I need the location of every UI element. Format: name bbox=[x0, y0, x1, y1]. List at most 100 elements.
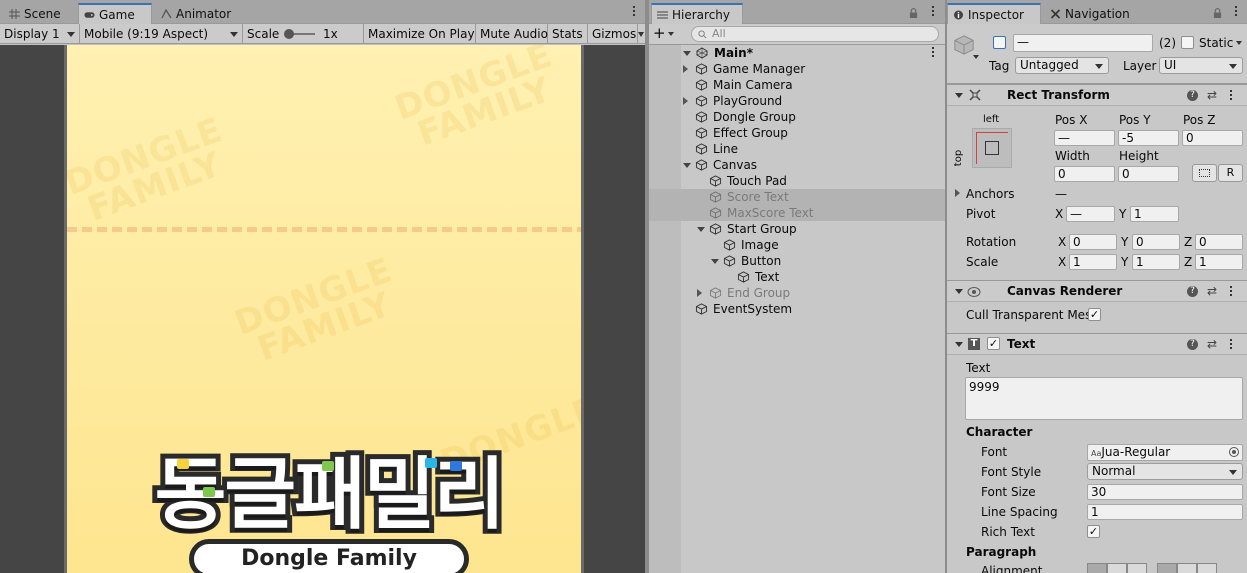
align-right-button[interactable] bbox=[1127, 563, 1147, 573]
text-component-header[interactable]: T ✓ Text ? ⇄ bbox=[947, 333, 1247, 355]
help-icon[interactable]: ? bbox=[1187, 339, 1198, 350]
canvas-renderer-header[interactable]: Canvas Renderer ? ⇄ bbox=[947, 280, 1247, 302]
game-view[interactable]: DONGLE FAMILY DONGLE FAMILY DONGLE FAMILY D… bbox=[0, 45, 645, 573]
collapse-arrow-icon[interactable] bbox=[955, 93, 963, 98]
hierarchy-item[interactable]: Score Text bbox=[649, 189, 945, 205]
component-menu-icon[interactable] bbox=[1229, 286, 1233, 298]
cull-transparent-checkbox[interactable]: ✓ bbox=[1088, 308, 1101, 321]
hierarchy-menu-icon[interactable] bbox=[931, 6, 935, 18]
search-input[interactable]: All bbox=[691, 26, 939, 42]
component-menu-icon[interactable] bbox=[1229, 90, 1233, 102]
collapse-arrow-icon[interactable] bbox=[955, 289, 963, 294]
anchors-expand-icon[interactable] bbox=[955, 189, 960, 197]
aspect-dropdown[interactable]: Mobile (9:19 Aspect) bbox=[80, 24, 243, 44]
lock-icon[interactable] bbox=[909, 8, 918, 19]
hierarchy-item[interactable]: End Group bbox=[649, 285, 945, 301]
stats-toggle[interactable]: Stats bbox=[548, 24, 588, 44]
pivot-x-field[interactable]: — bbox=[1066, 206, 1115, 222]
align-center-button[interactable] bbox=[1107, 563, 1127, 573]
pivot-y-field[interactable]: 1 bbox=[1130, 206, 1179, 222]
maximize-on-play-toggle[interactable]: Maximize On Play bbox=[364, 24, 476, 44]
hierarchy-item[interactable]: Button bbox=[649, 253, 945, 269]
mute-audio-toggle[interactable]: Mute Audio bbox=[476, 24, 548, 44]
collapse-arrow-icon[interactable] bbox=[955, 342, 963, 347]
rot-y-field[interactable]: 0 bbox=[1132, 234, 1180, 250]
width-field[interactable]: 0 bbox=[1054, 166, 1115, 182]
create-button[interactable]: + bbox=[653, 26, 679, 42]
raw-edit-button[interactable]: R bbox=[1218, 164, 1243, 182]
tab-hierarchy[interactable]: Hierarchy bbox=[651, 3, 743, 25]
lock-icon[interactable] bbox=[1213, 8, 1222, 19]
preset-icon[interactable]: ⇄ bbox=[1207, 338, 1217, 351]
inspector-menu-icon[interactable] bbox=[1234, 6, 1238, 18]
scene-menu-icon[interactable] bbox=[931, 47, 935, 59]
collapse-arrow-icon[interactable] bbox=[683, 65, 688, 73]
hierarchy-item[interactable]: Line bbox=[649, 141, 945, 157]
help-icon[interactable]: ? bbox=[1187, 90, 1198, 101]
hierarchy-item[interactable]: Game Manager bbox=[649, 61, 945, 77]
align-top-button[interactable] bbox=[1157, 563, 1177, 573]
gameobject-icon[interactable] bbox=[953, 34, 975, 56]
chevron-down-icon[interactable] bbox=[973, 55, 979, 59]
preset-icon[interactable]: ⇄ bbox=[1207, 285, 1217, 298]
gizmos-toggle[interactable]: Gizmos bbox=[588, 24, 638, 44]
hierarchy-item[interactable]: Text bbox=[649, 269, 945, 285]
object-picker-icon[interactable] bbox=[1229, 447, 1239, 457]
component-menu-icon[interactable] bbox=[1229, 339, 1233, 351]
hierarchy-item[interactable]: Effect Group bbox=[649, 125, 945, 141]
posy-field[interactable]: -5 bbox=[1118, 130, 1179, 146]
expand-arrow-icon[interactable] bbox=[683, 163, 691, 168]
scale-x-field[interactable]: 1 bbox=[1069, 254, 1117, 270]
text-area[interactable]: 9999 bbox=[965, 377, 1243, 420]
font-size-field[interactable]: 30 bbox=[1087, 484, 1243, 500]
posz-field[interactable]: 0 bbox=[1182, 130, 1243, 146]
align-bottom-button[interactable] bbox=[1197, 563, 1217, 573]
hierarchy-item[interactable]: Main Camera bbox=[649, 77, 945, 93]
object-name-field[interactable]: — bbox=[1013, 34, 1153, 52]
anchor-presets-button[interactable] bbox=[972, 128, 1012, 168]
hierarchy-item[interactable]: Image bbox=[649, 237, 945, 253]
height-field[interactable]: 0 bbox=[1118, 166, 1179, 182]
rect-transform-header[interactable]: Rect Transform ? ⇄ bbox=[947, 84, 1247, 106]
rich-text-checkbox[interactable]: ✓ bbox=[1087, 525, 1100, 538]
gizmos-dropdown[interactable] bbox=[638, 24, 645, 44]
collapse-arrow-icon[interactable] bbox=[683, 97, 688, 105]
hierarchy-item[interactable]: Dongle Group bbox=[649, 109, 945, 125]
static-dropdown-icon[interactable] bbox=[1236, 41, 1242, 45]
font-field[interactable]: AaJua-Regular bbox=[1087, 444, 1243, 461]
static-checkbox[interactable] bbox=[1181, 36, 1194, 49]
tab-game[interactable]: Game bbox=[78, 3, 152, 25]
hierarchy-item[interactable]: MaxScore Text bbox=[649, 205, 945, 221]
posx-field[interactable]: — bbox=[1054, 130, 1115, 146]
blueprint-mode-button[interactable] bbox=[1192, 164, 1217, 182]
scale-y-field[interactable]: 1 bbox=[1132, 254, 1180, 270]
help-icon[interactable]: ? bbox=[1187, 286, 1198, 297]
hierarchy-item[interactable]: PlayGround bbox=[649, 93, 945, 109]
layer-dropdown[interactable]: UI bbox=[1159, 57, 1243, 74]
hierarchy-item[interactable]: Touch Pad bbox=[649, 173, 945, 189]
expand-arrow-icon[interactable] bbox=[697, 227, 705, 232]
hierarchy-item[interactable]: Canvas bbox=[649, 157, 945, 173]
text-enabled-checkbox[interactable]: ✓ bbox=[987, 337, 1000, 350]
hierarchy-item[interactable]: Start Group bbox=[649, 221, 945, 237]
hierarchy-item[interactable]: EventSystem bbox=[649, 301, 945, 317]
rot-x-field[interactable]: 0 bbox=[1069, 234, 1117, 250]
expand-arrow-icon[interactable] bbox=[683, 51, 691, 56]
align-middle-button[interactable] bbox=[1177, 563, 1197, 573]
scene-row[interactable]: Main* bbox=[649, 45, 945, 61]
tab-navigation[interactable]: Navigation bbox=[1045, 4, 1136, 24]
scale-z-field[interactable]: 1 bbox=[1195, 254, 1243, 270]
active-checkbox[interactable] bbox=[993, 36, 1006, 49]
tab-scene[interactable]: Scene bbox=[4, 4, 67, 24]
collapse-arrow-icon[interactable] bbox=[697, 289, 702, 297]
expand-arrow-icon[interactable] bbox=[711, 259, 719, 264]
line-spacing-field[interactable]: 1 bbox=[1087, 504, 1243, 520]
align-left-button[interactable] bbox=[1087, 563, 1107, 573]
preset-icon[interactable]: ⇄ bbox=[1207, 89, 1217, 102]
anchors-label[interactable]: Anchors bbox=[966, 186, 1015, 202]
tab-animator[interactable]: Animator bbox=[156, 4, 237, 24]
display-dropdown[interactable]: Display 1 bbox=[0, 24, 80, 44]
tag-dropdown[interactable]: Untagged bbox=[1015, 57, 1109, 74]
tab-inspector[interactable]: Inspector bbox=[947, 3, 1041, 25]
rot-z-field[interactable]: 0 bbox=[1195, 234, 1243, 250]
